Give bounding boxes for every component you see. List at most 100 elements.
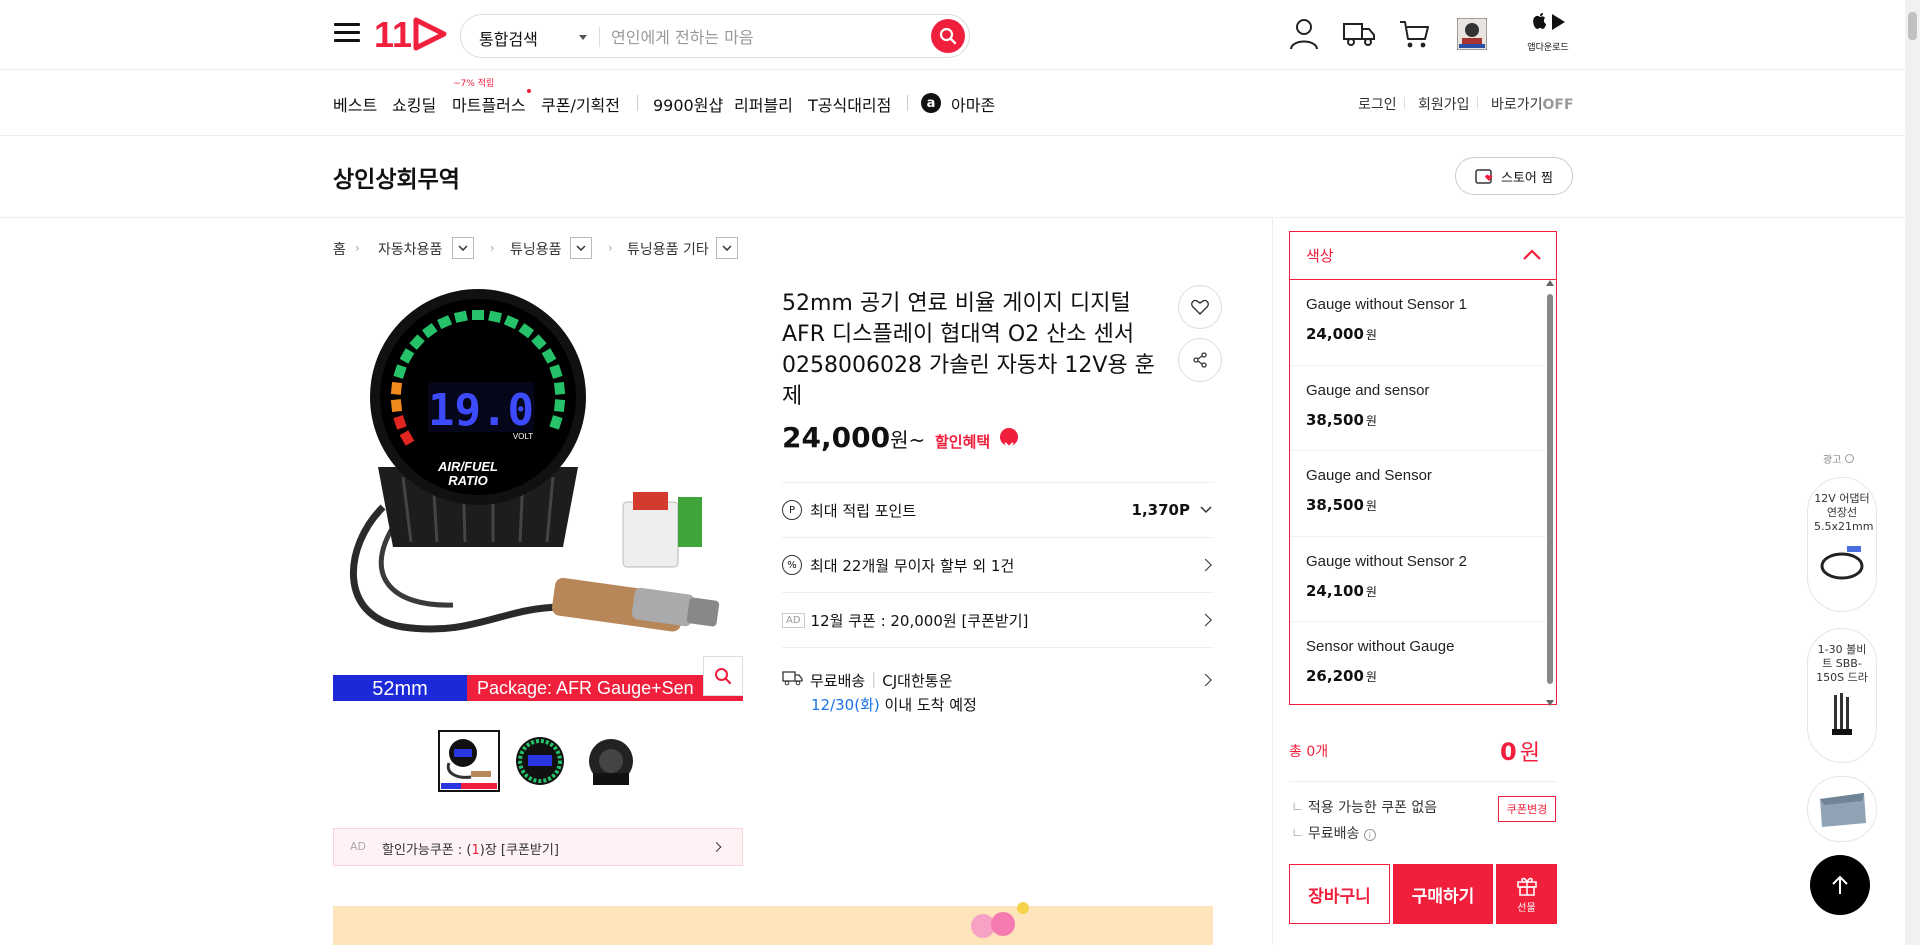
store-name[interactable]: 상인상회무역 xyxy=(333,160,460,194)
chevron-right-icon xyxy=(1199,558,1212,572)
search-type-select[interactable]: 통합검색 xyxy=(479,26,538,50)
breadcrumb-home[interactable]: 홈 xyxy=(333,239,346,259)
breadcrumb-cat-1[interactable]: 자동차용품 xyxy=(378,239,442,259)
ad-card-2[interactable]: 1-30 볼비트 SBB-150S 드라 xyxy=(1807,628,1877,763)
scrollbar-thumb[interactable] xyxy=(1547,294,1553,684)
store-bar: 상인상회무역 스토어 찜 xyxy=(0,136,1905,218)
scroll-down-icon[interactable] xyxy=(1546,700,1554,706)
coupon-row[interactable]: AD 12월 쿠폰 : 20,000원 [쿠폰받기] xyxy=(782,592,1214,647)
scroll-to-top-button[interactable] xyxy=(1810,855,1870,915)
logo[interactable]: 11 xyxy=(374,14,449,55)
nav-t-official[interactable]: T공식대리점 xyxy=(808,92,891,116)
option-price: 38,500 원 xyxy=(1306,496,1377,515)
amazon-icon: a xyxy=(921,93,941,113)
gift-button[interactable]: 선물 xyxy=(1496,864,1557,924)
cart-icon[interactable] xyxy=(1394,14,1434,54)
store-fav-button[interactable]: 스토어 찜 xyxy=(1455,157,1573,195)
top-header: 11 통합검색 앱다운로드 xyxy=(0,0,1905,70)
svg-text:RATIO: RATIO xyxy=(448,473,487,488)
svg-text:11: 11 xyxy=(374,14,412,54)
shipping-label: 무료배송 xyxy=(810,672,866,690)
breadcrumb-cat-2[interactable]: 튜닝용품 xyxy=(510,239,562,259)
breadcrumb-cat-3[interactable]: 튜닝용품 기타 xyxy=(627,239,709,259)
buy-now-button[interactable]: 구매하기 xyxy=(1393,864,1493,924)
chevron-down-icon[interactable] xyxy=(579,35,587,40)
page-scrollbar[interactable] xyxy=(1905,0,1920,945)
scroll-up-icon[interactable] xyxy=(1546,280,1554,286)
shortcut-toggle[interactable]: 바로가기OFF xyxy=(1491,94,1574,114)
thumbnail-1[interactable] xyxy=(438,730,500,792)
svg-text:19.0: 19.0 xyxy=(428,385,534,436)
product-price: 24,000원~ 할인혜택 xyxy=(782,421,1018,454)
option-item[interactable]: Gauge without Sensor 2 24,100 원 xyxy=(1290,537,1546,623)
search-icon xyxy=(939,27,957,45)
ad-card-3[interactable] xyxy=(1807,776,1877,842)
search-box: 통합검색 xyxy=(460,14,970,58)
category-nav: 베스트 쇼킹딜 마트플러스 ~7% 적립 쿠폰/기획전 9900원샵 리퍼블리 … xyxy=(0,70,1905,136)
breadcrumb-select-2[interactable] xyxy=(570,237,592,259)
nav-mart-plus[interactable]: 마트플러스 xyxy=(452,92,526,116)
share-button[interactable] xyxy=(1178,338,1222,382)
new-dot xyxy=(527,89,531,93)
login-link[interactable]: 로그인 xyxy=(1358,94,1397,114)
zoom-button[interactable] xyxy=(703,656,743,696)
add-to-cart-button[interactable]: 장바구니 xyxy=(1289,864,1390,924)
option-item[interactable]: Sensor without Gauge 26,200 원 xyxy=(1290,622,1546,708)
discount-benefit-link[interactable]: 할인혜택 xyxy=(935,433,990,451)
thumbnail-2[interactable] xyxy=(509,730,571,792)
discount-coupon-bar[interactable]: AD 할인가능쿠폰 : (1)장 [쿠폰받기] xyxy=(333,828,743,866)
option-name: Gauge without Sensor 2 xyxy=(1306,552,1467,570)
menu-icon[interactable] xyxy=(332,18,362,52)
store-heart-icon xyxy=(1475,169,1493,184)
option-item[interactable]: Gauge without Sensor 1 24,000 원 xyxy=(1290,280,1546,366)
search-input[interactable] xyxy=(611,24,901,50)
scrollbar-thumb[interactable] xyxy=(1908,12,1917,40)
user-icon[interactable] xyxy=(1284,14,1324,54)
heart-icon xyxy=(1191,299,1209,315)
app-download-label: 앱다운로드 xyxy=(1527,43,1569,53)
option-selector: 색상 Gauge without Sensor 1 24,000 원 Gauge … xyxy=(1289,231,1557,708)
coupon-change-button[interactable]: 쿠폰변경 xyxy=(1498,796,1556,822)
info-icon[interactable]: i xyxy=(1363,829,1376,841)
breadcrumb-select-1[interactable] xyxy=(452,237,474,259)
nav-best[interactable]: 베스트 xyxy=(333,92,377,116)
total-count: 총 0개 xyxy=(1289,744,1329,760)
cable-image xyxy=(1820,546,1864,580)
option-header[interactable]: 색상 xyxy=(1290,232,1556,280)
option-item[interactable]: Gauge and sensor 38,500 원 xyxy=(1290,366,1546,452)
search-button[interactable] xyxy=(931,19,965,53)
option-price: 24,100 원 xyxy=(1306,581,1377,600)
option-scrollbar[interactable] xyxy=(1546,280,1554,706)
option-item[interactable]: Gauge and Sensor 38,500 원 xyxy=(1290,451,1546,537)
point-row[interactable]: P 최대 적립 포인트 1,370P xyxy=(782,482,1214,537)
ad-card-2-text: 1-30 볼비트 SBB-150S 드라 xyxy=(1816,643,1868,684)
nav-9900-shop[interactable]: 9900원샵 xyxy=(653,92,723,116)
nav-shocking-deal[interactable]: 쇼킹딜 xyxy=(392,92,436,116)
chevron-down-icon[interactable] xyxy=(999,428,1018,449)
promo-banner[interactable] xyxy=(333,902,1213,945)
total-price: 0원 xyxy=(1500,738,1540,766)
chevron-right-icon: › xyxy=(355,241,360,255)
chevron-right-icon xyxy=(711,842,722,852)
divider: | xyxy=(871,670,877,688)
product-main-image[interactable]: 19.0 VOLT AIR/FUEL RATIO 52mm Package: A… xyxy=(333,287,743,701)
nav-refurbly[interactable]: 리퍼블리 xyxy=(734,92,793,116)
nav-amazon[interactable]: 아마존 xyxy=(951,92,995,116)
divider xyxy=(637,95,638,111)
ad-card-1[interactable]: 12V 어댑터 연장선 5.5x21mm xyxy=(1807,477,1877,612)
app-download-button[interactable]: 앱다운로드 xyxy=(1526,12,1570,56)
installment-text: 최대 22개월 무이자 할부 외 1건 xyxy=(810,556,1015,575)
apple-google-play-icon xyxy=(1533,13,1565,30)
profile-avatar[interactable] xyxy=(1452,14,1492,54)
delivery-truck-icon[interactable] xyxy=(1339,14,1379,54)
led-segment xyxy=(553,399,566,413)
breadcrumb-select-3[interactable] xyxy=(716,237,738,259)
nav-coupon[interactable]: 쿠폰/기획전 xyxy=(541,92,620,116)
installment-row[interactable]: % 최대 22개월 무이자 할부 외 1건 xyxy=(782,537,1214,592)
thumbnail-3[interactable] xyxy=(580,730,642,792)
divider xyxy=(1289,781,1557,782)
signup-link[interactable]: 회원가입 xyxy=(1418,94,1470,114)
magnifier-icon xyxy=(715,668,732,685)
wishlist-button[interactable] xyxy=(1178,285,1222,329)
shipping-row[interactable]: 무료배송 | CJ대한통운 12/30(화) 이내 도착 예정 xyxy=(782,647,1214,717)
